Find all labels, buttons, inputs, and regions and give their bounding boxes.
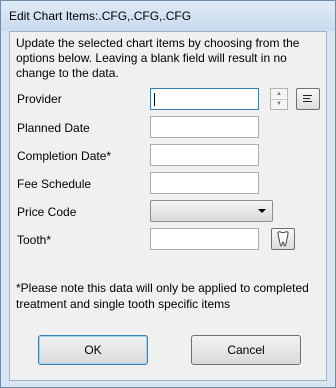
provider-label: Provider [17, 92, 62, 106]
completion-date-input[interactable] [150, 144, 259, 166]
tooth-input[interactable] [150, 228, 259, 250]
instructions-text: Update the selected chart items by choos… [16, 36, 300, 80]
provider-spinner[interactable]: ▲ ▼ [270, 88, 288, 110]
spinner-down-icon[interactable]: ▼ [271, 99, 287, 109]
provider-input[interactable] [150, 88, 259, 110]
ok-button[interactable]: OK [38, 335, 148, 365]
chevron-down-icon [258, 209, 266, 213]
completion-date-label: Completion Date* [17, 149, 112, 163]
planned-date-label: Planned Date [17, 121, 90, 135]
tooth-label: Tooth* [17, 233, 52, 247]
planned-date-input[interactable] [150, 116, 259, 138]
dialog-body: Update the selected chart items by choos… [9, 31, 327, 381]
fee-schedule-input[interactable] [150, 172, 259, 194]
price-code-label: Price Code [17, 205, 77, 219]
cancel-button[interactable]: Cancel [191, 335, 301, 365]
note-text: *Please note this data will only be appl… [16, 281, 309, 311]
tooth-picker-button[interactable] [271, 228, 295, 250]
title-bar[interactable]: Edit Chart Items:.CFG,.CFG,.CFG [1, 1, 335, 31]
price-code-dropdown[interactable] [150, 200, 273, 222]
list-lines-icon [303, 95, 312, 102]
text-caret [154, 93, 155, 106]
tooth-icon [277, 231, 289, 247]
provider-picker-button[interactable] [296, 88, 320, 110]
window-title: Edit Chart Items:.CFG,.CFG,.CFG [9, 9, 192, 23]
fee-schedule-label: Fee Schedule [17, 177, 92, 191]
edit-chart-items-dialog: Edit Chart Items:.CFG,.CFG,.CFG Update t… [0, 0, 336, 388]
